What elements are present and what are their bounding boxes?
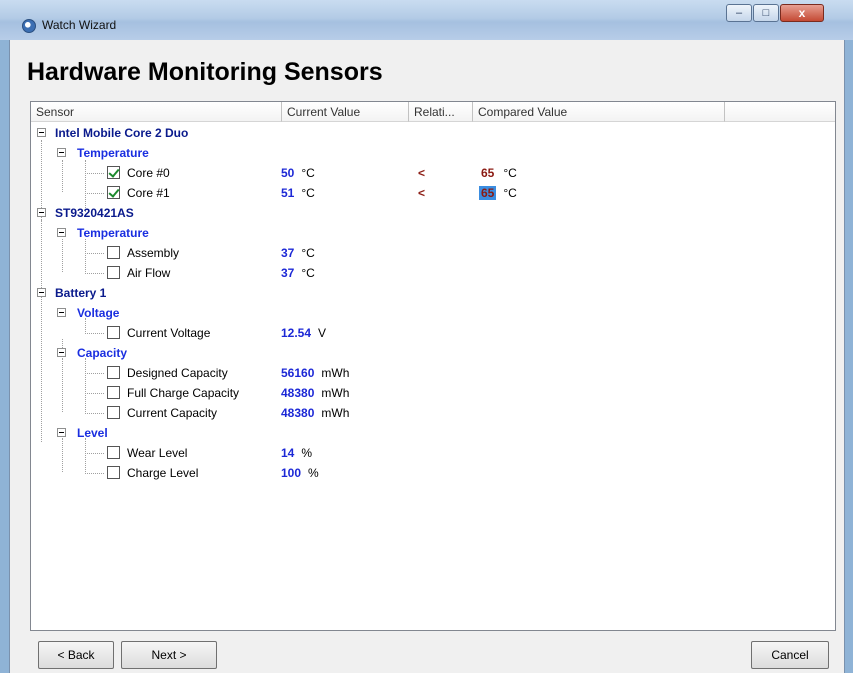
sensor-row[interactable]: Full Charge Capacity 48380 mWh	[31, 383, 835, 403]
group-label: Temperature	[77, 226, 149, 240]
sensor-name: Air Flow	[127, 266, 171, 280]
relation-symbol: <	[418, 166, 426, 180]
sensor-name: Assembly	[127, 246, 180, 260]
maximize-icon: □	[762, 7, 770, 19]
current-value: 48380 mWh	[281, 406, 350, 420]
minimize-icon: –	[735, 7, 743, 19]
current-value: 50 °C	[281, 166, 315, 180]
device-label: Intel Mobile Core 2 Duo	[55, 126, 189, 140]
current-value: 37 °C	[281, 266, 315, 280]
tree-line	[85, 393, 104, 394]
sensor-checkbox[interactable]	[107, 186, 120, 199]
sensor-checkbox[interactable]	[107, 246, 120, 259]
current-value: 14%	[281, 446, 313, 460]
next-button[interactable]: Next >	[121, 641, 217, 669]
column-header-current-value[interactable]: Current Value	[282, 102, 409, 122]
collapse-icon[interactable]	[37, 128, 46, 137]
sensor-name: Current Voltage	[127, 326, 211, 340]
column-header-relation[interactable]: Relati...	[409, 102, 473, 122]
sensor-row[interactable]: Charge Level 100%	[31, 463, 835, 483]
sensor-row[interactable]: Assembly 37 °C	[31, 243, 835, 263]
maximize-button[interactable]: □	[753, 4, 779, 22]
sensor-checkbox[interactable]	[107, 366, 120, 379]
sensor-name: Designed Capacity	[127, 366, 228, 380]
sensor-name: Full Charge Capacity	[127, 386, 240, 400]
tree-line	[85, 173, 104, 174]
sensor-row[interactable]: Core #1 51 °C < 65 °C	[31, 183, 835, 203]
current-value: 12.54 V	[281, 326, 327, 340]
tree-line	[85, 273, 104, 274]
sensor-row[interactable]: Air Flow 37 °C	[31, 263, 835, 283]
collapse-icon[interactable]	[37, 288, 46, 297]
tree-line	[85, 373, 104, 374]
tree-node-group[interactable]: Capacity	[31, 343, 835, 363]
sensor-row[interactable]: Core #0 50 °C < 65 °C	[31, 163, 835, 183]
group-label: Capacity	[77, 346, 128, 360]
current-value: 48380 mWh	[281, 386, 350, 400]
tree-line	[85, 333, 104, 334]
sensor-checkbox[interactable]	[107, 326, 120, 339]
sensor-checkbox[interactable]	[107, 386, 120, 399]
app-icon	[22, 19, 36, 33]
sensor-name: Wear Level	[127, 446, 188, 460]
device-label: ST9320421AS	[55, 206, 134, 220]
back-button[interactable]: < Back	[38, 641, 114, 669]
collapse-icon[interactable]	[57, 348, 66, 357]
tree-node-group[interactable]: Voltage	[31, 303, 835, 323]
tree-node-device[interactable]: ST9320421AS	[31, 203, 835, 223]
sensor-list[interactable]: Sensor Current Value Relati... Compared …	[30, 101, 836, 631]
current-value: 56160 mWh	[281, 366, 350, 380]
group-label: Voltage	[77, 306, 120, 320]
sensor-row[interactable]: Designed Capacity 56160 mWh	[31, 363, 835, 383]
compared-value[interactable]: 65 °C	[479, 166, 517, 180]
tree-line	[85, 473, 104, 474]
sensor-row[interactable]: Current Capacity 48380 mWh	[31, 403, 835, 423]
window-title: Watch Wizard	[42, 18, 117, 32]
current-value: 37 °C	[281, 246, 315, 260]
close-button[interactable]: x	[780, 4, 824, 22]
collapse-icon[interactable]	[57, 228, 66, 237]
group-label: Temperature	[77, 146, 149, 160]
tree-line	[85, 453, 104, 454]
title-bar: Watch Wizard – □ x	[0, 0, 853, 40]
cancel-button[interactable]: Cancel	[751, 641, 829, 669]
tree-line	[85, 193, 104, 194]
tree-node-group[interactable]: Level	[31, 423, 835, 443]
sensor-row[interactable]: Wear Level 14%	[31, 443, 835, 463]
column-header-empty	[725, 102, 835, 122]
tree-node-group[interactable]: Temperature	[31, 143, 835, 163]
page-title: Hardware Monitoring Sensors	[27, 58, 383, 86]
column-header-compared-value[interactable]: Compared Value	[473, 102, 725, 122]
sensor-name: Charge Level	[127, 466, 199, 480]
column-header-sensor[interactable]: Sensor	[31, 102, 282, 122]
current-value: 100%	[281, 466, 319, 480]
tree-node-group[interactable]: Temperature	[31, 223, 835, 243]
tree-line	[85, 413, 104, 414]
close-icon: x	[798, 6, 806, 20]
tree-node-device[interactable]: Battery 1	[31, 283, 835, 303]
device-label: Battery 1	[55, 286, 107, 300]
relation-symbol: <	[418, 186, 426, 200]
collapse-icon[interactable]	[57, 308, 66, 317]
collapse-icon[interactable]	[57, 148, 66, 157]
tree-node-device[interactable]: Intel Mobile Core 2 Duo	[31, 123, 835, 143]
sensor-name: Core #1	[127, 186, 170, 200]
group-label: Level	[77, 426, 108, 440]
tree-line	[85, 253, 104, 254]
sensor-checkbox[interactable]	[107, 166, 120, 179]
compared-value[interactable]: 65 °C	[479, 186, 517, 200]
sensor-checkbox[interactable]	[107, 446, 120, 459]
sensor-checkbox[interactable]	[107, 466, 120, 479]
sensor-checkbox[interactable]	[107, 406, 120, 419]
current-value: 51 °C	[281, 186, 315, 200]
collapse-icon[interactable]	[37, 208, 46, 217]
collapse-icon[interactable]	[57, 428, 66, 437]
sensor-name: Core #0	[127, 166, 170, 180]
sensor-row[interactable]: Current Voltage 12.54 V	[31, 323, 835, 343]
sensor-checkbox[interactable]	[107, 266, 120, 279]
sensor-name: Current Capacity	[127, 406, 218, 420]
minimize-button[interactable]: –	[726, 4, 752, 22]
